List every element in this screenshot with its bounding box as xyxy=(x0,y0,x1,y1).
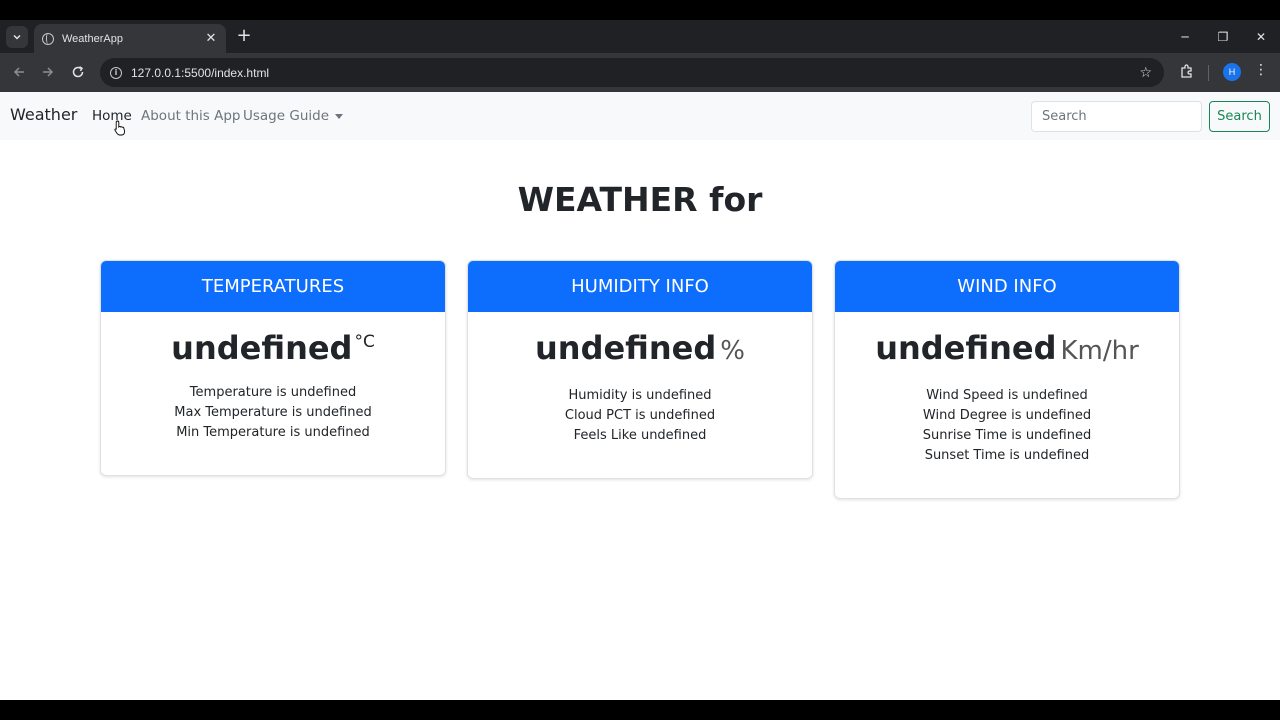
card-body: undefined% Humidity is undefined Cloud P… xyxy=(468,312,812,478)
detail-item: Temperature is undefined xyxy=(189,385,357,400)
bookmark-star-icon[interactable]: ☆ xyxy=(1139,65,1152,81)
navbar-brand[interactable]: Weather xyxy=(10,105,77,124)
tab-search-button[interactable] xyxy=(6,26,28,48)
detail-item: Humidity is undefined xyxy=(568,388,712,403)
reload-icon[interactable] xyxy=(68,62,88,82)
close-tab-icon[interactable]: ✕ xyxy=(204,31,218,46)
value-text: undefined xyxy=(875,329,1057,367)
value-text: undefined xyxy=(171,329,353,367)
humidity-card: HUMIDITY INFO undefined% Humidity is und… xyxy=(467,260,813,479)
detail-list: Temperature is undefined Max Temperature… xyxy=(101,383,445,443)
detail-item: Min Temperature is undefined xyxy=(176,425,370,440)
detail-item: Max Temperature is undefined xyxy=(174,405,372,420)
detail-list: Wind Speed is undefined Wind Degree is u… xyxy=(835,386,1179,466)
detail-item: Sunset Time is undefined xyxy=(924,448,1090,463)
card-body: undefined Km/hr Wind Speed is undefined W… xyxy=(835,312,1179,498)
toolbar-divider xyxy=(1208,65,1209,81)
hand-cursor-icon xyxy=(114,120,126,136)
caret-down-icon xyxy=(335,113,343,119)
main-value: undefined Km/hr xyxy=(835,328,1179,371)
detail-item: Sunrise Time is undefined xyxy=(922,428,1092,443)
detail-list: Humidity is undefined Cloud PCT is undef… xyxy=(468,386,812,446)
value-text: undefined xyxy=(535,329,717,367)
detail-item: Feels Like undefined xyxy=(573,428,707,443)
card-body: undefined °C Temperature is undefined Max… xyxy=(101,312,445,475)
page-heading: WEATHER for xyxy=(517,180,763,219)
globe-icon xyxy=(42,32,54,45)
nav-link-about[interactable]: About this App xyxy=(141,108,241,124)
close-window-icon[interactable]: ✕ xyxy=(1242,20,1280,53)
restore-icon[interactable]: ❐ xyxy=(1204,20,1242,53)
site-info-icon[interactable]: i xyxy=(110,66,122,79)
main-value: undefined °C xyxy=(101,328,445,368)
main-value: undefined% xyxy=(468,328,812,371)
browser-tabstrip: WeatherApp ✕ + ─ ❐ ✕ xyxy=(0,20,1280,53)
new-tab-icon[interactable]: + xyxy=(235,27,253,45)
card-header: WIND INFO xyxy=(835,261,1179,312)
wind-card: WIND INFO undefined Km/hr Wind Speed is u… xyxy=(834,260,1180,499)
tab-title: WeatherApp xyxy=(62,32,123,45)
extensions-puzzle-icon[interactable] xyxy=(1179,63,1195,79)
browser-toolbar: i 127.0.0.1:5500/index.html ☆ H ⋮ xyxy=(0,53,1280,92)
detail-item: Wind Degree is undefined xyxy=(922,408,1092,423)
detail-item: Wind Speed is undefined xyxy=(926,388,1088,403)
chevron-down-icon xyxy=(13,34,21,40)
search-button[interactable]: Search xyxy=(1209,101,1270,132)
minimize-icon[interactable]: ─ xyxy=(1166,20,1204,53)
more-menu-icon[interactable]: ⋮ xyxy=(1254,62,1268,78)
forward-arrow-icon[interactable] xyxy=(38,62,58,82)
unit-text: °C xyxy=(354,332,375,352)
window-controls: ─ ❐ ✕ xyxy=(1166,20,1280,53)
detail-item: Cloud PCT is undefined xyxy=(564,408,716,423)
nav-dropdown-usage-guide[interactable]: Usage Guide xyxy=(243,108,343,124)
back-arrow-icon[interactable] xyxy=(9,62,29,82)
url-text: 127.0.0.1:5500/index.html xyxy=(131,65,270,80)
search-input[interactable] xyxy=(1031,101,1202,132)
browser-tab-active[interactable]: WeatherApp ✕ xyxy=(34,24,226,53)
temperature-card: TEMPERATURES undefined °C Temperature is … xyxy=(100,260,446,476)
screen-top-border xyxy=(0,0,1280,20)
unit-text: % xyxy=(720,336,745,366)
screen-bottom-border xyxy=(0,700,1280,720)
profile-avatar[interactable]: H xyxy=(1223,63,1241,81)
unit-text: Km/hr xyxy=(1060,336,1139,366)
nav-dropdown-label: Usage Guide xyxy=(243,108,329,124)
card-header: HUMIDITY INFO xyxy=(468,261,812,312)
site-navbar: Weather Home About this App Usage Guide … xyxy=(0,92,1280,140)
card-header: TEMPERATURES xyxy=(101,261,445,312)
web-page: Weather Home About this App Usage Guide … xyxy=(0,92,1280,700)
address-bar[interactable]: i 127.0.0.1:5500/index.html ☆ xyxy=(100,58,1164,87)
